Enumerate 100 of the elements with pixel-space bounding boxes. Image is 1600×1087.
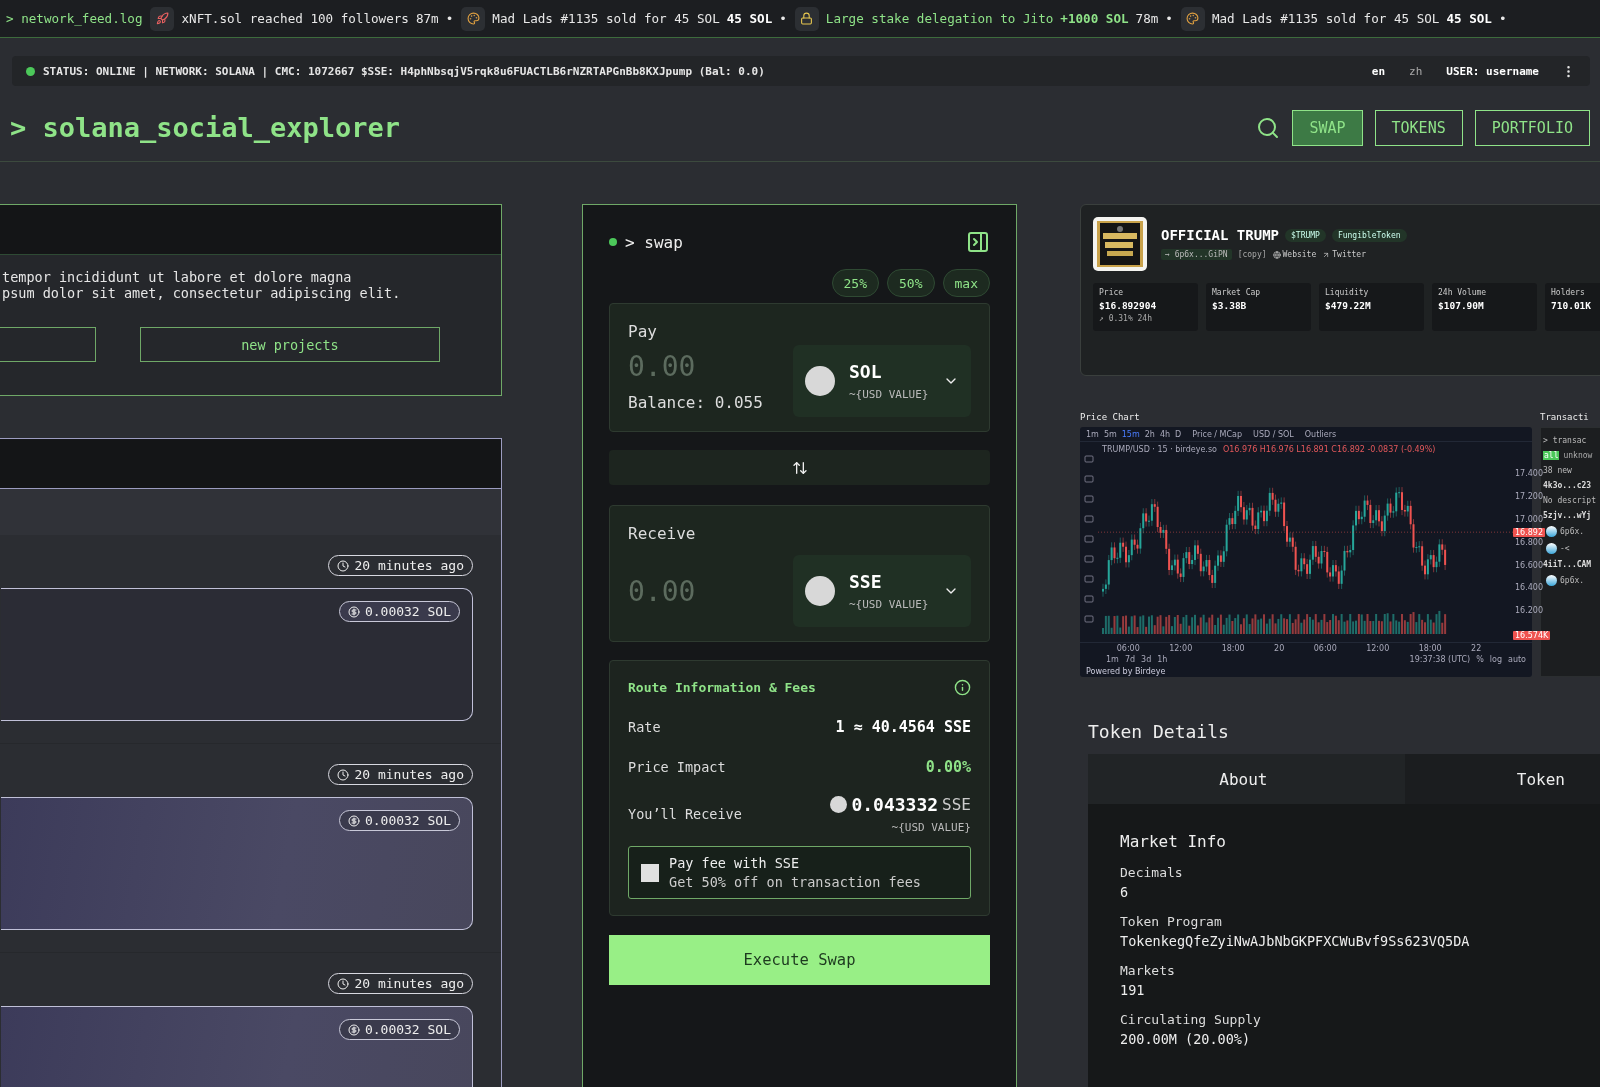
amount-field[interactable]: 0.00 bbox=[628, 350, 768, 383]
palette-icon bbox=[1180, 6, 1205, 31]
clock-icon bbox=[337, 768, 350, 781]
field-label: Token Program bbox=[1120, 914, 1223, 929]
token-symbol: SSE bbox=[849, 571, 882, 592]
switch-direction-button[interactable] bbox=[609, 450, 990, 485]
scale-option[interactable]: log bbox=[1489, 655, 1502, 665]
transaction-id: 4iiT...CAM bbox=[1543, 560, 1593, 569]
x-tick: 12:00 bbox=[1169, 644, 1193, 654]
ticker-amount: 45 SOL bbox=[1446, 11, 1492, 26]
amount-field[interactable]: 0.00 bbox=[628, 574, 768, 608]
lock-icon bbox=[794, 6, 819, 31]
y-tick: 16.400 bbox=[1515, 583, 1543, 593]
scale-option[interactable]: auto bbox=[1508, 655, 1526, 665]
stat-value: 710.01K bbox=[1551, 300, 1593, 311]
language-option[interactable]: zh bbox=[1401, 64, 1431, 78]
tab[interactable]: About bbox=[1088, 754, 1405, 804]
y-tick: 17.200 bbox=[1515, 492, 1543, 501]
time-text: 20 minutes ago bbox=[354, 767, 464, 782]
rate-value: 1 ≈ 40.4564 SSE bbox=[835, 718, 971, 736]
bullet: • bbox=[1498, 11, 1507, 26]
account-text: -< bbox=[1560, 544, 1570, 553]
x-tick: 12:00 bbox=[1366, 644, 1390, 654]
token-selector[interactable]: SOL ~{USD VALUE} bbox=[793, 345, 971, 417]
interval-option[interactable]: 5m bbox=[1103, 429, 1117, 439]
interval-option[interactable]: 4h bbox=[1159, 429, 1171, 439]
external-link[interactable]: Twitter bbox=[1322, 250, 1366, 259]
tab[interactable]: Token bbox=[1404, 754, 1600, 804]
field-value: 191 bbox=[1120, 982, 1146, 998]
palette-icon bbox=[461, 6, 486, 31]
range-option[interactable]: 1m bbox=[1106, 655, 1119, 665]
section-heading: Market Info bbox=[1120, 832, 1227, 851]
coin-icon bbox=[805, 366, 835, 396]
scale-option[interactable]: % bbox=[1476, 655, 1484, 665]
copy-link[interactable]: [copy] bbox=[1237, 250, 1267, 259]
chart-mode[interactable]: Outliers bbox=[1304, 429, 1337, 439]
impact-value: 0.00% bbox=[925, 758, 971, 776]
receive-unit: SSE bbox=[942, 795, 971, 814]
range-option[interactable]: 3d bbox=[1141, 655, 1152, 665]
account-text: 6p6x. bbox=[1560, 527, 1585, 536]
token-name: OFFICIAL TRUMP bbox=[1161, 227, 1279, 243]
ticker-text: Mad Lads #1135 sold for 45 SOL bbox=[1211, 11, 1440, 26]
token-symbol: SOL bbox=[849, 361, 882, 382]
interval-option[interactable]: 1m bbox=[1086, 429, 1099, 439]
rate-label: Rate bbox=[628, 719, 661, 735]
new-notice: 38 new bbox=[1543, 466, 1573, 475]
status-text: STATUS: ONLINE | NETWORK: SOLANA | CMC: 1072667 $SSE: H4phNbsqjV5rqk8u6FUACTLB6rNZRTAPGnBb8KXJpump (Bal: 0.0) bbox=[43, 64, 766, 78]
chart-clock: 19:37:38 (UTC) bbox=[1409, 655, 1471, 665]
token-tag: $TRUMP bbox=[1285, 228, 1326, 242]
ticker-text: xNFT.sol reached 100 followers bbox=[181, 11, 409, 26]
language-option[interactable]: en bbox=[1363, 64, 1394, 78]
usd-value: ~{USD VALUE} bbox=[849, 598, 929, 611]
fee-title: Pay fee with SSE bbox=[669, 855, 801, 871]
receive-estimate-label: You’ll Receive bbox=[628, 806, 742, 822]
search-icon[interactable] bbox=[1256, 115, 1281, 140]
transaction-id: 4k3o...c23 bbox=[1543, 481, 1593, 490]
fee-option[interactable]: Pay fee with SSE Get 50% off on transaction fees bbox=[628, 846, 971, 899]
token-selector[interactable]: SSE ~{USD VALUE} bbox=[793, 555, 971, 627]
chart-mode[interactable]: USD / SOL bbox=[1253, 429, 1294, 439]
nav-button[interactable]: PORTFOLIO bbox=[1474, 109, 1590, 146]
outline-button[interactable] bbox=[0, 327, 96, 362]
field-value: TokenkegQfeZyiNwAJbNbGKPFXCWuBvf9Ss623VQ5DA bbox=[1120, 933, 1471, 949]
chart-label: Price Chart bbox=[1080, 412, 1141, 422]
panel-title: > swap bbox=[625, 232, 684, 252]
fee-subtitle: Get 50% off on transaction fees bbox=[669, 874, 921, 890]
execute-swap-button[interactable]: Execute Swap bbox=[609, 935, 990, 985]
percent-button[interactable]: 25% bbox=[831, 269, 880, 297]
info-icon[interactable] bbox=[954, 679, 971, 696]
price-tag: 16.892 bbox=[1513, 528, 1545, 538]
checkbox[interactable] bbox=[641, 863, 659, 882]
chart-mode[interactable]: Price / MCap bbox=[1192, 429, 1243, 439]
collapse-panel-icon[interactable] bbox=[966, 230, 990, 254]
route-title: Route Information & Fees bbox=[628, 680, 816, 695]
field-label: Circulating Supply bbox=[1120, 1012, 1262, 1027]
app-title: > solana_social_explorer bbox=[10, 112, 402, 143]
range-option[interactable]: 7d bbox=[1124, 655, 1136, 665]
external-link[interactable]: Website bbox=[1272, 250, 1317, 259]
interval-option[interactable]: 15m bbox=[1121, 429, 1140, 439]
balance-text: Balance: 0.055 bbox=[628, 393, 764, 412]
interval-option[interactable]: 2h bbox=[1144, 429, 1155, 439]
transaction-id: 5zjv...wYj bbox=[1543, 511, 1593, 520]
interval-option[interactable]: D bbox=[1175, 429, 1182, 439]
stat-value: $3.38B bbox=[1212, 300, 1248, 311]
ticker-amount: 45 SOL bbox=[726, 11, 773, 26]
impact-label: Price Impact bbox=[628, 759, 726, 775]
stat-label: 24h Volume bbox=[1438, 288, 1488, 297]
avatar-icon bbox=[1546, 575, 1557, 586]
filter-option[interactable]: unknow bbox=[1562, 451, 1594, 460]
percent-button[interactable]: max bbox=[942, 269, 990, 297]
percent-button[interactable]: 50% bbox=[887, 269, 935, 297]
ticker-text: Large stake delegation to Jito bbox=[825, 11, 1054, 26]
stat-label: Market Cap bbox=[1212, 288, 1262, 297]
stat-label: Holders bbox=[1551, 288, 1586, 297]
new-projects-button[interactable]: new projects bbox=[140, 327, 440, 362]
nav-button[interactable]: TOKENS bbox=[1374, 109, 1463, 146]
x-tick: 18:00 bbox=[1221, 644, 1245, 654]
bullet: • bbox=[445, 11, 454, 26]
bullet: • bbox=[1165, 11, 1173, 26]
range-option[interactable]: 1h bbox=[1157, 655, 1168, 665]
ticker-text: Mad Lads #1135 sold for 45 SOL bbox=[492, 11, 720, 26]
